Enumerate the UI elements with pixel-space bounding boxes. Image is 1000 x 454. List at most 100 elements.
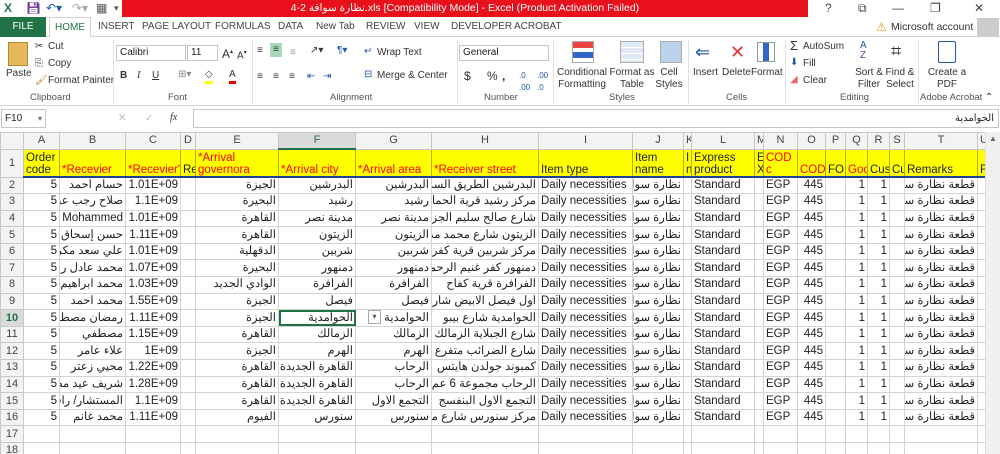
cell-p[interactable] bbox=[825, 242, 846, 261]
cell-empty[interactable] bbox=[904, 425, 978, 443]
cell-p[interactable] bbox=[825, 309, 846, 327]
cell-item-type[interactable]: Daily necessities bbox=[538, 242, 633, 261]
cell-remarks[interactable]: قطعة نظارة سواقة bbox=[904, 193, 978, 211]
cell-city[interactable]: دمنهور bbox=[278, 259, 356, 278]
cell-governorate[interactable]: الفيوم bbox=[195, 408, 279, 427]
cell-m[interactable] bbox=[754, 359, 764, 377]
cell-express-product[interactable]: Standard bbox=[691, 259, 755, 278]
header-cell-n[interactable]: COD c bbox=[763, 148, 798, 178]
cell-empty[interactable] bbox=[825, 442, 846, 454]
font-size-select[interactable]: 11 bbox=[187, 45, 218, 61]
row-header-8[interactable]: 8 bbox=[0, 276, 24, 294]
column-header-o[interactable]: O bbox=[797, 132, 826, 150]
formula-input[interactable]: الحوامدية bbox=[193, 109, 999, 128]
cell-d[interactable] bbox=[180, 259, 196, 278]
cell-u[interactable] bbox=[977, 209, 985, 228]
cell-goods[interactable]: 1 bbox=[845, 392, 868, 410]
copy-button[interactable]: Copy bbox=[48, 58, 71, 70]
cell-receiver-phone[interactable]: 1.07E+09 bbox=[125, 259, 181, 278]
cell-cust[interactable]: 1 bbox=[867, 226, 890, 244]
sort-filter-button[interactable]: Sort & Filter bbox=[853, 67, 885, 91]
cell-remarks[interactable]: قطعة نظارة سواقة bbox=[904, 309, 978, 327]
cell-receiver-phone[interactable]: 1E+09 bbox=[125, 342, 181, 361]
cell-empty[interactable] bbox=[867, 442, 890, 454]
cell-item-name[interactable]: نظارة سواقة bbox=[632, 392, 684, 410]
cell-s[interactable] bbox=[889, 342, 905, 361]
cell-receiver[interactable]: شريف عيد مصد bbox=[59, 375, 126, 394]
cell-d[interactable] bbox=[180, 193, 196, 211]
clear-button[interactable]: Clear bbox=[803, 75, 827, 87]
column-header-s[interactable]: S bbox=[889, 132, 905, 150]
cell-city[interactable]: الحوامدية bbox=[278, 309, 356, 327]
header-cell-q[interactable]: Goo bbox=[845, 148, 868, 178]
header-cell-d[interactable]: Re bbox=[180, 148, 196, 178]
header-cell-r[interactable]: Cust bbox=[867, 148, 890, 178]
cell-governorate[interactable]: الدقهلية bbox=[195, 242, 279, 261]
cell-p[interactable] bbox=[825, 325, 846, 344]
cell-cod[interactable]: 445 bbox=[797, 176, 826, 195]
cell-cod-currency[interactable]: EGP bbox=[763, 392, 798, 410]
cell-goods[interactable]: 1 bbox=[845, 325, 868, 344]
cell-goods[interactable]: 1 bbox=[845, 309, 868, 327]
cell-receiver[interactable]: Mohammed bbox=[59, 209, 126, 228]
cell-empty[interactable] bbox=[23, 442, 60, 454]
cell-city[interactable]: الهرم bbox=[278, 342, 356, 361]
cell-empty[interactable] bbox=[845, 442, 868, 454]
cell-item-type[interactable]: Daily necessities bbox=[538, 226, 633, 244]
cell-goods[interactable]: 1 bbox=[845, 276, 868, 294]
column-header-g[interactable]: G bbox=[355, 132, 432, 150]
cell-p[interactable] bbox=[825, 342, 846, 361]
cell-d[interactable] bbox=[180, 292, 196, 311]
cell-area[interactable]: فيصل bbox=[355, 292, 432, 311]
cell-p[interactable] bbox=[825, 375, 846, 394]
cell-k[interactable] bbox=[683, 325, 692, 344]
cell-receiver[interactable]: صلاح رجب عبود bbox=[59, 193, 126, 211]
row-header-16[interactable]: 16 bbox=[0, 408, 24, 427]
cell-d[interactable] bbox=[180, 325, 196, 344]
cell-cod-currency[interactable]: EGP bbox=[763, 309, 798, 327]
column-header-n[interactable]: N bbox=[763, 132, 798, 150]
cell-governorate[interactable]: القاهرة bbox=[195, 325, 279, 344]
cell-remarks[interactable]: قطعة نظارة سواقة bbox=[904, 375, 978, 394]
cell-empty[interactable] bbox=[889, 425, 905, 443]
cell-cod-currency[interactable]: EGP bbox=[763, 408, 798, 427]
cell-area[interactable]: دمنهور bbox=[355, 259, 432, 278]
row-header-4[interactable]: 4 bbox=[0, 209, 24, 228]
cell-s[interactable] bbox=[889, 408, 905, 427]
delete-cells-button[interactable]: Delete bbox=[722, 67, 751, 79]
cell-d[interactable] bbox=[180, 309, 196, 327]
cell-item-type[interactable]: Daily necessities bbox=[538, 375, 633, 394]
cell-p[interactable] bbox=[825, 392, 846, 410]
name-box-dropdown-icon[interactable]: ▾ bbox=[38, 113, 42, 125]
tab-insert[interactable]: INSERT bbox=[98, 17, 135, 37]
cell-item-type[interactable]: Daily necessities bbox=[538, 342, 633, 361]
cell-s[interactable] bbox=[889, 259, 905, 278]
cell-goods[interactable]: 1 bbox=[845, 292, 868, 311]
cell-empty[interactable] bbox=[889, 442, 905, 454]
cell-remarks[interactable]: قطعة نظارة سواقة bbox=[904, 276, 978, 294]
cell-receiver[interactable]: علاء عامر bbox=[59, 342, 126, 361]
cell-item-type[interactable]: Daily necessities bbox=[538, 408, 633, 427]
cell-street[interactable]: اول فيصل الابيض شار bbox=[431, 292, 539, 311]
cell-street[interactable]: دمنهور كفر غنيم الرحم bbox=[431, 259, 539, 278]
cell-street[interactable]: شارع الضرائب متفرع م bbox=[431, 342, 539, 361]
cell-s[interactable] bbox=[889, 276, 905, 294]
cell-goods[interactable]: 1 bbox=[845, 226, 868, 244]
paste-icon[interactable] bbox=[8, 42, 28, 66]
cell-u[interactable] bbox=[977, 392, 985, 410]
cell-governorate[interactable]: البحيرة bbox=[195, 193, 279, 211]
conditional-formatting-button[interactable]: Conditional Formatting bbox=[556, 67, 608, 91]
cell-area[interactable]: رشيد bbox=[355, 193, 432, 211]
cell-m[interactable] bbox=[754, 408, 764, 427]
row-header-5[interactable]: 5 bbox=[0, 226, 24, 244]
cell-governorate[interactable]: الجيزة bbox=[195, 292, 279, 311]
cell-receiver-phone[interactable]: 1.1E+09 bbox=[125, 392, 181, 410]
cell-u[interactable] bbox=[977, 325, 985, 344]
find-select-button[interactable]: Find & Select bbox=[884, 67, 916, 91]
cell-m[interactable] bbox=[754, 392, 764, 410]
cell-governorate[interactable]: القاهرة bbox=[195, 392, 279, 410]
cell-k[interactable] bbox=[683, 276, 692, 294]
cell-receiver[interactable]: محمد غانم bbox=[59, 408, 126, 427]
cell-item-type[interactable]: Daily necessities bbox=[538, 309, 633, 327]
cell-u[interactable] bbox=[977, 176, 985, 195]
